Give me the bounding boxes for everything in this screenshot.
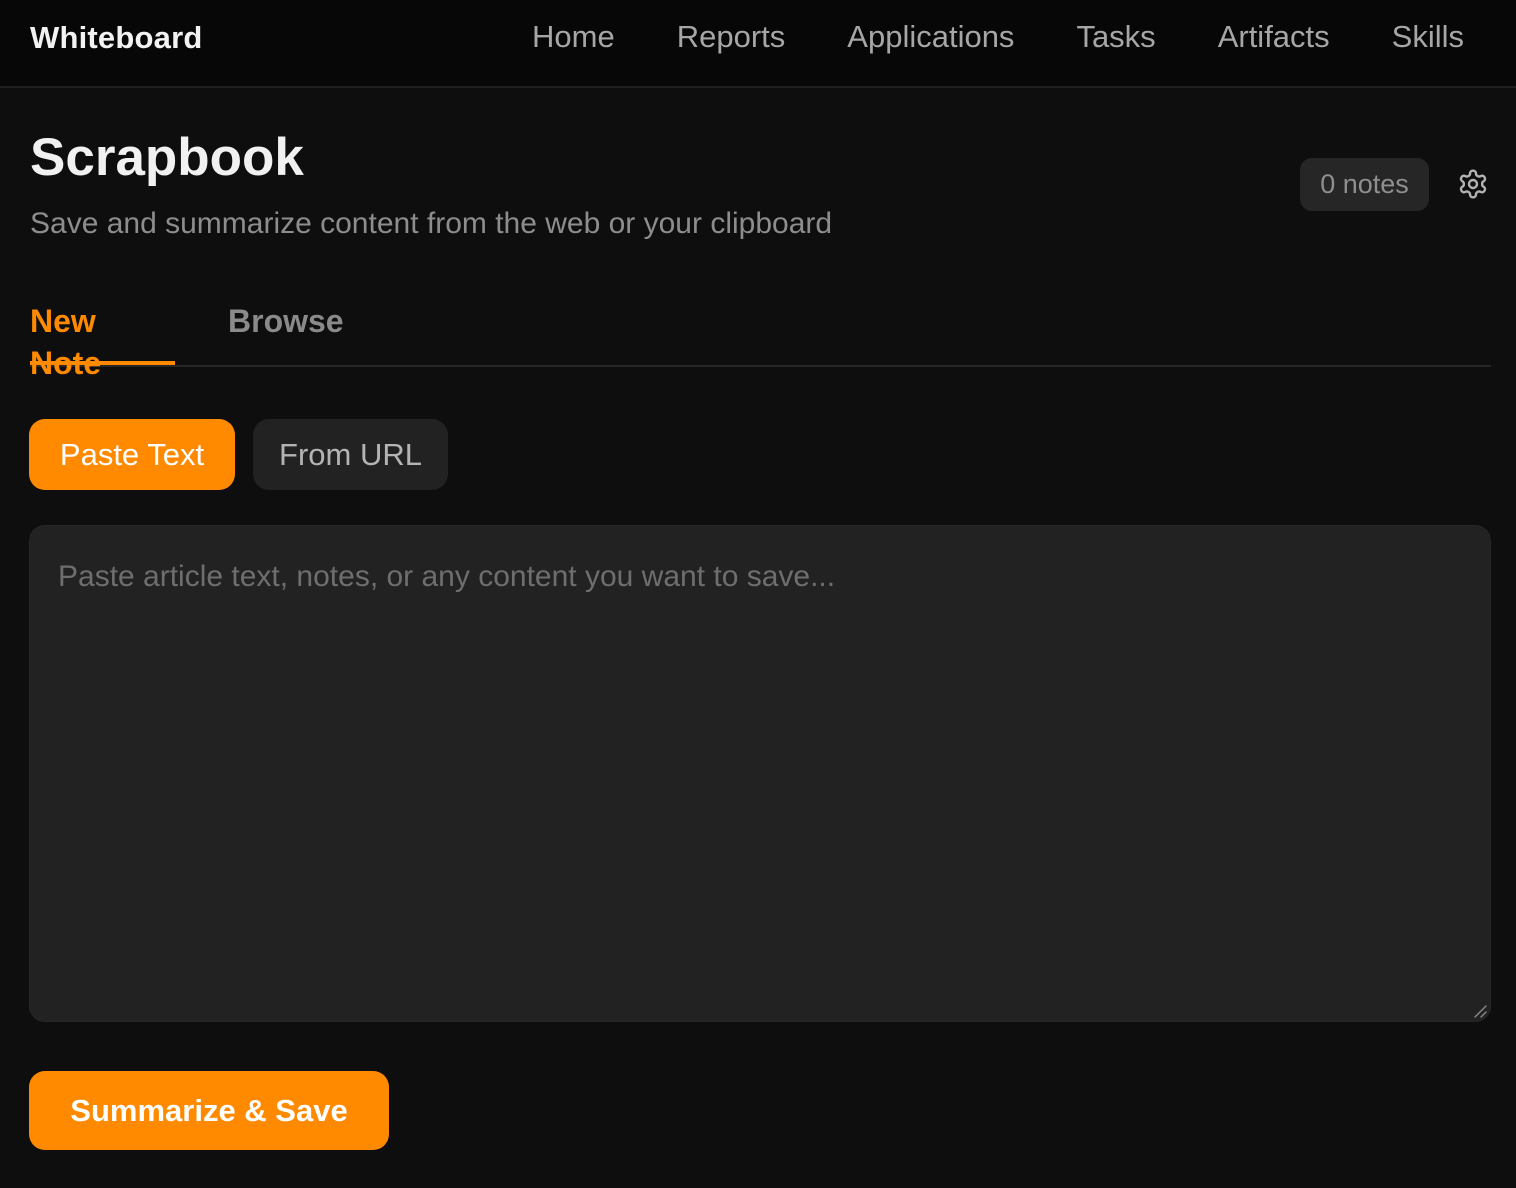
notes-count-badge: 0 notes <box>1300 158 1429 211</box>
page-subtitle: Save and summarize content from the web … <box>30 207 833 240</box>
resize-handle-icon[interactable] <box>1473 1004 1487 1018</box>
tab-bar: New Note Browse <box>30 300 1491 381</box>
nav-artifacts[interactable]: Artifacts <box>1218 18 1330 56</box>
content-textarea[interactable] <box>29 525 1491 1022</box>
page-title: Scrapbook <box>30 128 304 187</box>
nav-skills[interactable]: Skills <box>1392 18 1464 56</box>
main-nav: Home Reports Applications Tasks Artifact… <box>532 18 1464 56</box>
tab-new-note[interactable]: New Note <box>30 300 175 381</box>
tab-browse[interactable]: Browse <box>228 300 344 342</box>
nav-reports[interactable]: Reports <box>677 18 786 56</box>
gear-icon[interactable] <box>1457 168 1489 200</box>
paste-text-button[interactable]: Paste Text <box>29 419 235 490</box>
summarize-save-button[interactable]: Summarize & Save <box>29 1071 389 1150</box>
top-bar: Whiteboard Home Reports Applications Tas… <box>0 0 1516 88</box>
nav-tasks[interactable]: Tasks <box>1076 18 1155 56</box>
brand-logo[interactable]: Whiteboard <box>30 20 203 56</box>
from-url-button[interactable]: From URL <box>253 419 448 490</box>
nav-applications[interactable]: Applications <box>847 18 1014 56</box>
nav-home[interactable]: Home <box>532 18 615 56</box>
